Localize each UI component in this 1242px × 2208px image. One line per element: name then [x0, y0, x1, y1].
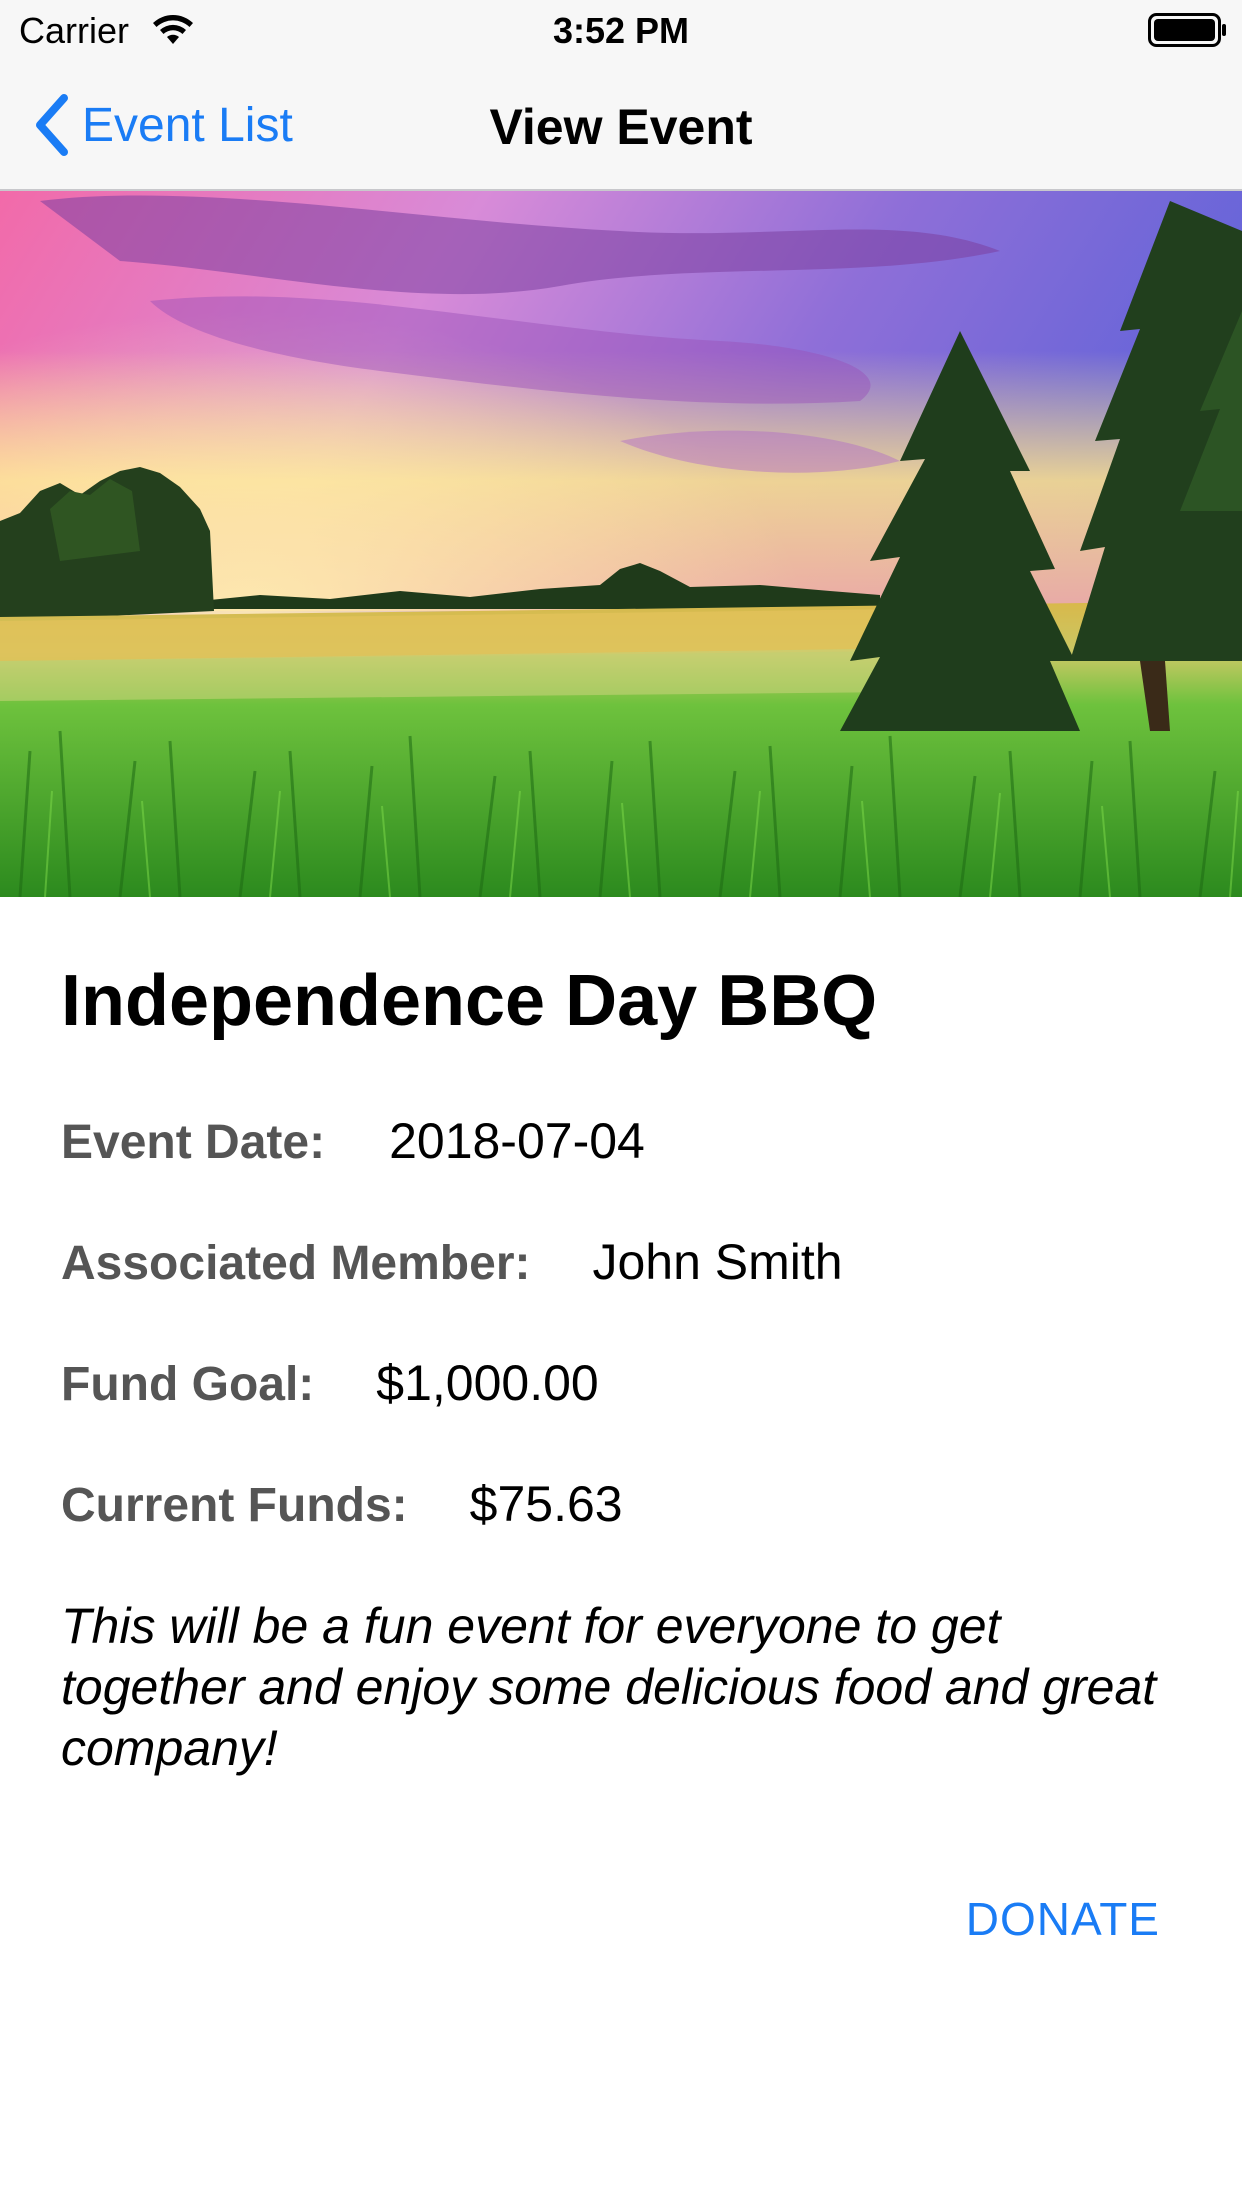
associated-member-value: John Smith — [592, 1234, 843, 1290]
fund-goal-value: $1,000.00 — [376, 1355, 599, 1411]
event-description: This will be a fun event for everyone to… — [61, 1598, 1157, 1776]
event-title: Independence Day BBQ — [61, 961, 878, 1041]
screen: Carrier 3:52 PM Event List View Event In… — [0, 0, 1242, 2208]
page-title: View Event — [489, 99, 753, 155]
associated-member-row: Associated Member: John Smith — [61, 1233, 843, 1291]
event-date-row: Event Date: 2018-07-04 — [61, 1112, 645, 1170]
associated-member-label: Associated Member: — [61, 1237, 531, 1290]
donate-button[interactable]: DONATE — [960, 1892, 1160, 1946]
fund-goal-label: Fund Goal: — [61, 1358, 315, 1411]
event-image — [0, 191, 1242, 897]
fund-goal-row: Fund Goal: $1,000.00 — [61, 1354, 599, 1412]
battery-icon — [1148, 13, 1226, 47]
current-funds-value: $75.63 — [469, 1476, 623, 1532]
current-funds-label: Current Funds: — [61, 1479, 408, 1532]
status-time: 3:52 PM — [552, 10, 690, 51]
event-date-label: Event Date: — [61, 1116, 326, 1169]
current-funds-row: Current Funds: $75.63 — [61, 1475, 623, 1533]
event-date-value: 2018-07-04 — [389, 1113, 645, 1169]
navigation-bar: Event List View Event — [0, 60, 1242, 191]
status-bar: Carrier 3:52 PM — [0, 0, 1242, 60]
